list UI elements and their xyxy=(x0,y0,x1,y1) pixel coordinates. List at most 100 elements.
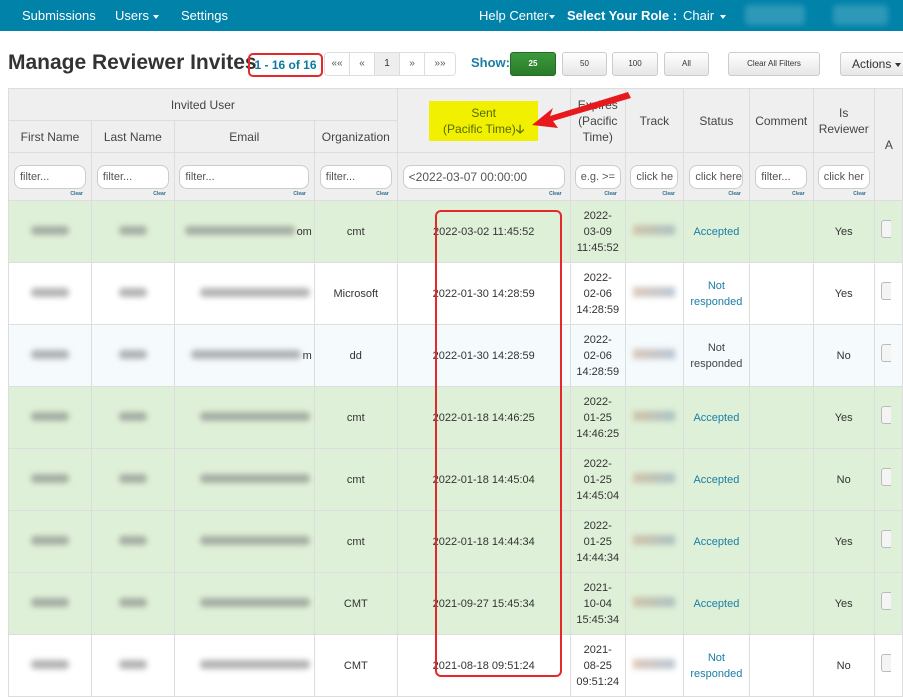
clear-filter-link[interactable]: Clear xyxy=(70,191,83,197)
show-all-button[interactable]: All xyxy=(664,52,709,76)
status-value[interactable]: Not responded xyxy=(690,652,742,680)
email-visible-suffix: m xyxy=(302,349,312,362)
comment-filter-input[interactable]: filter... xyxy=(755,164,808,189)
expires-year: 2022- xyxy=(583,395,612,408)
status-cell[interactable]: Accepted xyxy=(682,572,750,635)
clear-filter-link[interactable]: Clear xyxy=(153,191,166,197)
row-action-button[interactable] xyxy=(880,468,891,486)
redacted-nav-item[interactable] xyxy=(833,5,888,25)
show-50-button[interactable]: 50 xyxy=(562,52,607,76)
last-name-column-header[interactable]: Last Name xyxy=(90,120,175,153)
email-filter-input[interactable]: filter... xyxy=(179,164,310,189)
expires-cell: 2022- 01-25 14:44:34 xyxy=(569,510,626,573)
clear-filter-link[interactable]: Clear xyxy=(549,191,562,197)
page-1-button[interactable]: 1 xyxy=(375,53,400,75)
organization-cell: cmt xyxy=(313,510,398,573)
status-cell[interactable]: Accepted xyxy=(682,386,750,449)
clear-filter-link[interactable]: Clear xyxy=(662,191,675,197)
clear-filter-link[interactable]: Clear xyxy=(376,191,389,197)
row-action-button[interactable] xyxy=(880,654,891,672)
page-title: Manage Reviewer Invites xyxy=(8,51,257,74)
is-reviewer-header-line2: Reviewer xyxy=(818,121,869,136)
last-name-filter-input[interactable]: filter... xyxy=(96,164,169,189)
expires-year: 2022- xyxy=(583,271,612,284)
first-page-button[interactable]: «« xyxy=(325,53,350,75)
status-cell[interactable]: Accepted xyxy=(682,510,750,573)
organization-cell: Microsoft xyxy=(313,262,398,325)
show-100-button[interactable]: 100 xyxy=(612,52,658,76)
nav-settings[interactable]: Settings xyxy=(181,8,228,23)
track-filter-input[interactable]: click he xyxy=(630,164,679,189)
track-filter-cell: click he Clear xyxy=(624,152,684,201)
table-row: cmt 2022-01-18 14:46:25 2022- 01-25 14:46:25… xyxy=(8,386,903,449)
row-action-button[interactable] xyxy=(880,406,891,424)
row-action-button[interactable] xyxy=(880,592,891,610)
redacted-first-name xyxy=(30,411,69,421)
is-reviewer-cell: Yes xyxy=(812,572,875,635)
is-reviewer-filter-input[interactable]: click her xyxy=(817,164,870,189)
table-row: m dd 2022-01-30 14:28:59 2022- 02-06 14:28:59… xyxy=(8,324,903,387)
expires-filter-input[interactable]: e.g. >= xyxy=(574,164,621,189)
redacted-nav-item[interactable] xyxy=(745,5,805,25)
status-value[interactable]: Accepted xyxy=(693,226,739,238)
redacted-last-name xyxy=(118,597,147,607)
comment-cell xyxy=(748,572,814,635)
row-action-button[interactable] xyxy=(880,344,891,362)
status-value[interactable]: Accepted xyxy=(693,536,739,548)
status-cell[interactable]: Not responded xyxy=(682,262,750,325)
email-cell: om xyxy=(173,200,315,263)
organization-cell: cmt xyxy=(313,386,398,449)
first-name-column-header[interactable]: First Name xyxy=(8,120,92,153)
first-name-cell xyxy=(8,324,92,387)
status-cell[interactable]: Accepted xyxy=(682,448,750,511)
nav-help-center[interactable]: Help Center xyxy=(479,8,556,23)
clear-filter-link[interactable]: Clear xyxy=(853,191,866,197)
next-page-button[interactable]: » xyxy=(400,53,425,75)
clear-filter-link[interactable]: Clear xyxy=(293,191,306,197)
sent-cell: 2022-01-30 14:28:59 xyxy=(396,262,571,325)
row-action-button[interactable] xyxy=(880,530,891,548)
status-value[interactable]: Accepted xyxy=(693,412,739,424)
track-column-header[interactable]: Track xyxy=(624,88,684,153)
sent-filter-input[interactable]: <2022-03-07 00:00:00 xyxy=(402,164,565,189)
status-filter-input[interactable]: click here xyxy=(689,164,744,189)
status-column-header[interactable]: Status xyxy=(682,88,750,153)
organization-filter-input[interactable]: filter... xyxy=(319,164,392,189)
status-value[interactable]: Accepted xyxy=(693,474,739,486)
last-name-cell xyxy=(90,324,175,387)
nav-submissions[interactable]: Submissions xyxy=(22,8,96,23)
sent-column-header[interactable]: Sent (Pacific Time)🡣 xyxy=(396,88,571,153)
prev-page-button[interactable]: « xyxy=(350,53,375,75)
last-page-button[interactable]: »» xyxy=(425,53,455,75)
status-cell[interactable]: Not responded xyxy=(682,634,750,697)
redacted-email xyxy=(199,473,310,483)
email-column-header[interactable]: Email xyxy=(173,120,315,153)
nav-users[interactable]: Users xyxy=(115,8,159,23)
first-name-filter-input[interactable]: filter... xyxy=(13,164,86,189)
clear-all-filters-button[interactable]: Clear All Filters xyxy=(728,52,820,76)
expires-header-line2: (Pacific xyxy=(578,113,618,128)
row-action-button[interactable] xyxy=(880,282,891,300)
show-25-button[interactable]: 25 xyxy=(510,52,556,76)
actions-dropdown[interactable]: Actions xyxy=(840,52,903,76)
comment-column-header[interactable]: Comment xyxy=(748,88,814,153)
redacted-last-name xyxy=(118,535,147,545)
clear-filter-link[interactable]: Clear xyxy=(604,191,617,197)
expires-column-header[interactable]: Expires (Pacific Time) xyxy=(569,88,626,153)
status-value[interactable]: Not responded xyxy=(690,280,742,308)
status-cell[interactable]: Accepted xyxy=(682,200,750,263)
email-cell xyxy=(173,262,315,325)
redacted-track xyxy=(633,534,676,545)
expires-month-day: 08-25 xyxy=(583,659,612,672)
clear-filter-link[interactable]: Clear xyxy=(792,191,805,197)
track-cell xyxy=(624,634,684,697)
row-action-button[interactable] xyxy=(880,220,891,238)
is-reviewer-cell: No xyxy=(812,448,875,511)
status-value[interactable]: Accepted xyxy=(693,598,739,610)
role-selector[interactable]: Chair xyxy=(683,8,727,23)
email-cell xyxy=(173,510,315,573)
clear-filter-link[interactable]: Clear xyxy=(728,191,741,197)
organization-column-header[interactable]: Organization xyxy=(313,120,398,153)
organization-cell: cmt xyxy=(313,200,398,263)
is-reviewer-column-header[interactable]: Is Reviewer xyxy=(812,88,875,153)
